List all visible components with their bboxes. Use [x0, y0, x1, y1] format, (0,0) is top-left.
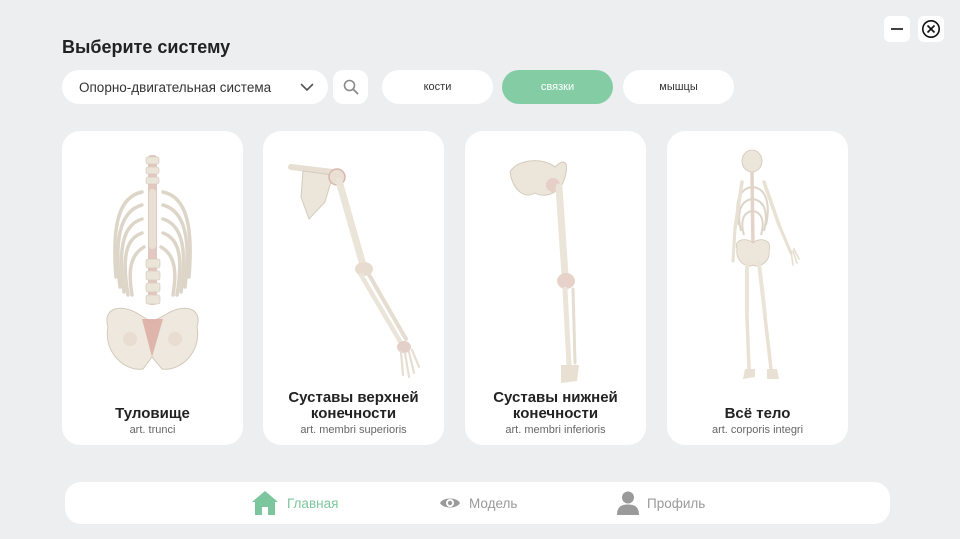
card-trunk[interactable]: Туловище art. trunci [62, 131, 243, 445]
segment-muscles[interactable]: мышцы [623, 70, 734, 104]
system-select-value: Опорно-двигательная система [79, 79, 272, 95]
nav-item-label: Модель [469, 495, 518, 511]
close-icon [922, 20, 940, 38]
card-title: Туловище [115, 405, 190, 422]
card-whole-body[interactable]: Всё тело art. corporis integri [667, 131, 848, 445]
page-title: Выберите систему [62, 37, 231, 57]
search-icon [343, 79, 358, 95]
upper-limb-skeleton-image [288, 164, 421, 379]
card-subtitle: art. corporis integri [711, 424, 804, 436]
nav-item-label: Профиль [647, 495, 706, 511]
lower-limb-skeleton-image [509, 160, 579, 383]
user-icon [617, 491, 639, 515]
chevron-down-icon [300, 83, 314, 91]
card-subtitle: art. membri superioris [300, 424, 407, 436]
segment-ligaments[interactable]: связки [502, 70, 613, 104]
minimize-button[interactable] [884, 16, 910, 42]
card-title: Всё тело [724, 405, 791, 422]
card-subtitle: art. trunci [129, 424, 176, 436]
trunk-skeleton-image [106, 155, 199, 370]
system-select[interactable]: Опорно-двигательная система [62, 70, 328, 104]
search-button[interactable] [333, 70, 368, 104]
card-title: Суставы верхней конечности [288, 389, 419, 422]
card-subtitle: art. membri inferioris [505, 424, 606, 436]
card-lower-limb[interactable]: Суставы нижней конечности art. membri in… [465, 131, 646, 445]
bottom-navigation: Главная Модель Профиль [65, 482, 890, 524]
card-title: Суставы нижней конечности [493, 389, 618, 422]
minimize-icon [891, 28, 903, 30]
eye-icon [440, 498, 460, 508]
card-upper-limb[interactable]: Суставы верхней конечности art. membri s… [263, 131, 444, 445]
nav-item-profile[interactable]: Профиль [617, 482, 705, 524]
whole-body-skeleton-image [731, 149, 800, 379]
nav-item-model[interactable]: Модель [439, 482, 517, 524]
close-button[interactable] [918, 16, 944, 42]
nav-item-home[interactable]: Главная [251, 482, 338, 524]
nav-item-label: Главная [287, 495, 339, 511]
segment-bones[interactable]: кости [382, 70, 493, 104]
home-icon [252, 491, 278, 515]
